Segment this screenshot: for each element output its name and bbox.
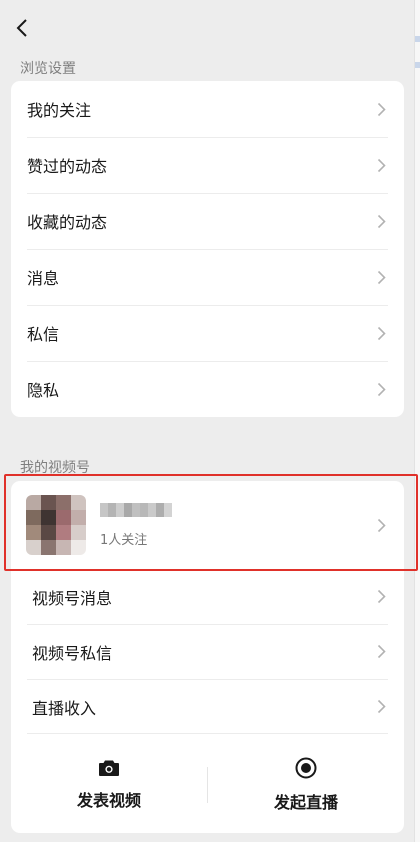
chevron-right-icon [377, 518, 386, 532]
start-live-button[interactable]: 发起直播 [208, 736, 404, 833]
menu-item-label: 我的关注 [27, 101, 92, 120]
menu-item-live-income[interactable]: 直播收入 [11, 679, 404, 734]
camera-icon [99, 760, 119, 776]
chevron-right-icon [377, 102, 386, 116]
post-video-button[interactable]: 发表视频 [11, 736, 207, 833]
menu-item-label: 视频号消息 [32, 588, 113, 608]
browse-settings-title: 浏览设置 [20, 61, 76, 77]
live-record-icon [295, 757, 317, 778]
edge-mark [415, 36, 420, 42]
menu-item-label: 隐私 [27, 381, 60, 400]
chevron-right-icon [377, 326, 386, 340]
channel-name-blurred [100, 502, 377, 517]
channel-actions: 发表视频 发起直播 [11, 736, 404, 833]
menu-item-label: 直播收入 [32, 698, 97, 718]
my-channel-card: 1人关注 视频号消息 视频号私信 直播收入 发表视频 发起直播 [11, 481, 404, 833]
menu-item-label: 消息 [27, 269, 60, 288]
menu-item-label: 私信 [27, 325, 60, 344]
channel-menu-list: 视频号消息 视频号私信 直播收入 [11, 569, 404, 734]
menu-item-liked-posts[interactable]: 赞过的动态 [11, 137, 404, 193]
menu-item-saved-posts[interactable]: 收藏的动态 [11, 193, 404, 249]
back-button[interactable] [10, 16, 34, 40]
chevron-right-icon [377, 382, 386, 396]
chevron-right-icon [377, 158, 386, 172]
menu-item-privacy[interactable]: 隐私 [11, 361, 404, 417]
channel-profile-info: 1人关注 [100, 502, 377, 548]
chevron-right-icon [377, 589, 386, 604]
window-edge-strip [414, 0, 420, 842]
menu-item-messages[interactable]: 消息 [11, 249, 404, 305]
avatar [26, 495, 86, 555]
browse-settings-card: 我的关注 赞过的动态 收藏的动态 消息 私信 隐私 [11, 81, 404, 417]
chevron-right-icon [377, 644, 386, 659]
edge-mark [415, 62, 420, 68]
chevron-right-icon [377, 699, 386, 714]
follower-count: 1人关注 [100, 532, 148, 548]
menu-item-label: 赞过的动态 [27, 157, 108, 176]
menu-item-channel-messages[interactable]: 视频号消息 [11, 569, 404, 624]
menu-item-following[interactable]: 我的关注 [11, 81, 404, 137]
menu-item-private-messages[interactable]: 私信 [11, 305, 404, 361]
chevron-right-icon [377, 270, 386, 284]
menu-item-channel-private-messages[interactable]: 视频号私信 [11, 624, 404, 679]
menu-item-label: 视频号私信 [32, 643, 113, 663]
channel-profile-row[interactable]: 1人关注 [11, 481, 404, 569]
start-live-label: 发起直播 [273, 792, 338, 812]
menu-item-label: 收藏的动态 [27, 213, 108, 232]
my-channel-title: 我的视频号 [20, 460, 90, 476]
chevron-left-icon [16, 19, 27, 37]
chevron-right-icon [377, 214, 386, 228]
post-video-label: 发表视频 [76, 790, 141, 810]
